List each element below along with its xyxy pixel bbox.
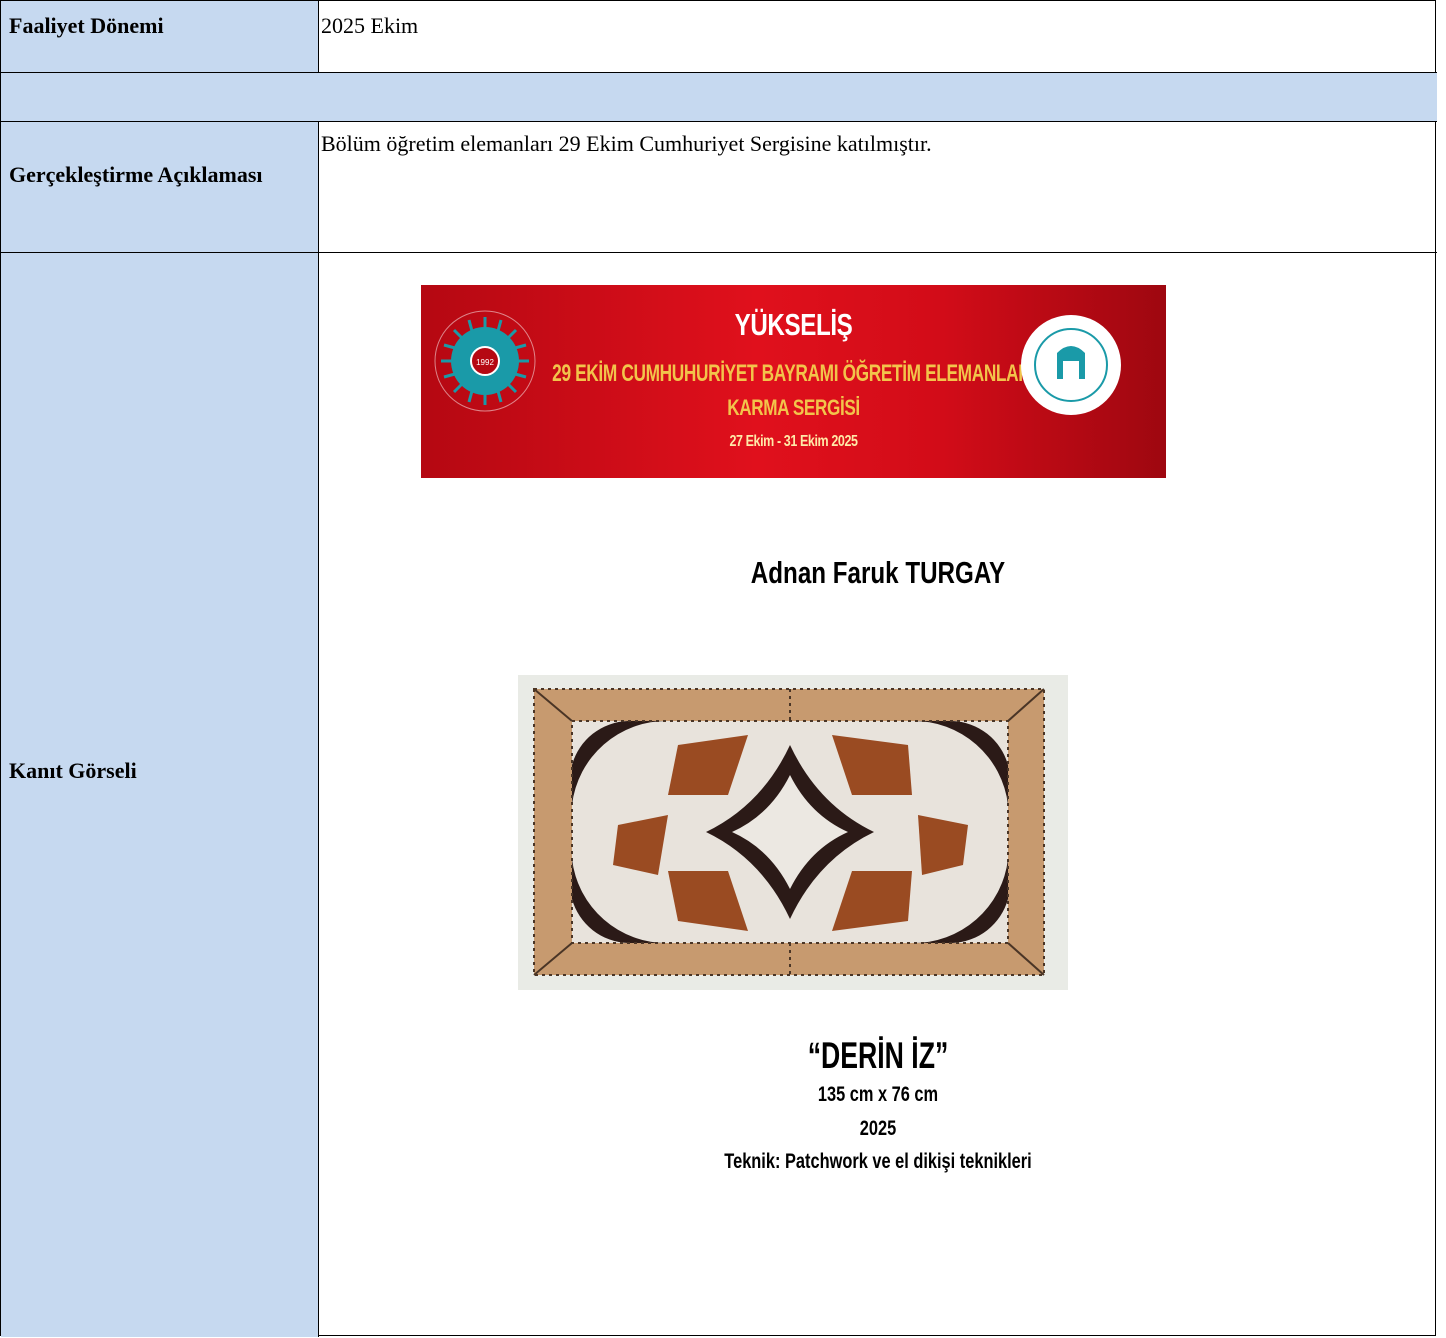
description-label: Gerçekleştirme Açıklaması	[9, 162, 263, 187]
artwork-photo	[518, 675, 1068, 990]
banner-line2: KARMA SERGİSİ	[727, 395, 860, 420]
patchwork-rug-icon	[518, 675, 1068, 990]
logo-year: 1992	[476, 358, 494, 367]
period-label: Faaliyet Dönemi	[9, 13, 164, 38]
faculty-logo-icon	[1021, 315, 1121, 415]
artist-name: Adnan Faruk TURGAY	[750, 555, 1006, 590]
description-value: Bölüm öğretim elemanları 29 Ekim Cumhuri…	[321, 131, 932, 156]
evidence-label-cell	[1, 253, 319, 1337]
artwork-title: “DERİN İZ”	[807, 1035, 949, 1076]
banner-line1: 29 EKİM CUMHUHURİYET BAYRAMI ÖĞRETİM ELE…	[552, 360, 1035, 387]
section-spacer-row	[1, 73, 1437, 121]
evidence-label: Kanıt Görseli	[9, 758, 137, 783]
artwork-technique: Teknik: Patchwork ve el dikişi teknikler…	[724, 1150, 1032, 1173]
exhibition-banner: 1992 YÜKSELİŞ 29 EKİM CUMHUHURİYET BAYRA…	[421, 285, 1166, 478]
banner-title: YÜKSELİŞ	[734, 307, 853, 342]
artwork-dimensions: 135 cm x 76 cm	[817, 1083, 939, 1106]
banner-dates: 27 Ekim - 31 Ekim 2025	[729, 433, 858, 450]
artwork-year: 2025	[859, 1117, 897, 1140]
period-value: 2025 Ekim	[321, 13, 419, 38]
